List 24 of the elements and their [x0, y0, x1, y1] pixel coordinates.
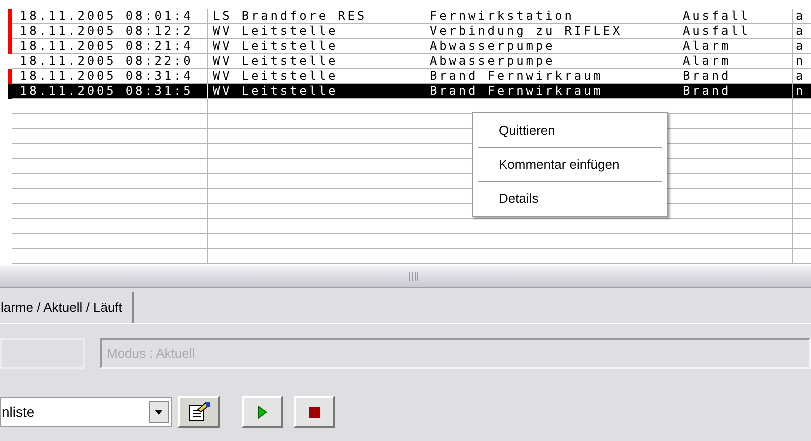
table-cell: n [793, 84, 811, 99]
tab[interactable]: larme / Aktuell / Läuft [0, 292, 134, 323]
menu-item[interactable]: Kommentar einfügen [478, 148, 662, 181]
table-row[interactable]: 18.11.2005 08:21:4 WV Leitstelle Abwasserpumpe Alarm a [12, 39, 811, 54]
dropdown-value: nliste [1, 402, 35, 422]
table-row[interactable]: 18.11.2005 08:31:5 WV Leitstelle Brand Fernwirkraum Brand n [12, 84, 811, 99]
table-row[interactable]: 18.11.2005 08:22:0 WV Leitstelle Abwasserpumpe Alarm n [12, 54, 811, 69]
type-cell: Brand [678, 84, 793, 99]
list-dropdown[interactable]: nliste [0, 397, 172, 427]
table-row[interactable]: 18.11.2005 08:12:2 WV Leitstelle Verbindung zu RIFLEX Ausfall a [12, 24, 811, 39]
stop-icon [309, 406, 320, 418]
stop-button[interactable] [294, 396, 335, 428]
menu-item[interactable]: Quittieren [478, 114, 662, 147]
clipboard-pencil-icon [188, 402, 210, 422]
play-icon [258, 406, 267, 418]
properties-button[interactable] [178, 396, 220, 428]
menu-item[interactable]: Details [478, 182, 662, 215]
description-cell: Brand Fernwirkraum [425, 84, 678, 99]
time-cell: 18.11.2005 08:31:5 [12, 84, 208, 99]
station-cell: WV Leitstelle [208, 84, 425, 99]
table-row[interactable]: 18.11.2005 08:31:4 WV Leitstelle Brand Fernwirkraum Brand a [12, 69, 811, 84]
grip-icon [408, 272, 418, 281]
play-button[interactable] [242, 396, 283, 428]
table-row[interactable]: 18.11.2005 08:01:4 LS Brandfore RES Fernwirkstation Ausfall a [12, 9, 811, 24]
